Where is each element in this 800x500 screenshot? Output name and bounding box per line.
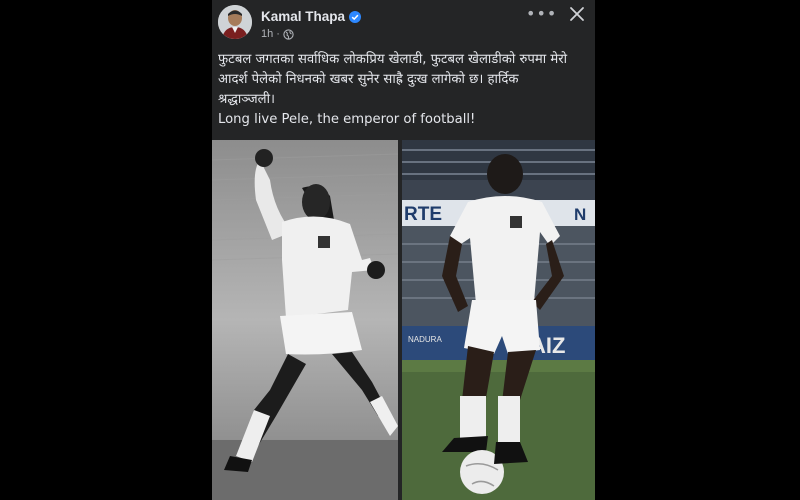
caption-line: आदर्श पेलेको निधनको खबर सुनेर साह्रै दुः… (218, 72, 519, 87)
post-time[interactable]: 1h (261, 28, 273, 40)
post-header: Kamal Thapa 1h · ••• (212, 0, 595, 45)
photo-pele-jumping[interactable] (212, 140, 398, 500)
meta-separator: · (276, 28, 280, 40)
photo-pele-standing[interactable]: RTE N NADURA AIZ (402, 140, 595, 500)
post-card: Kamal Thapa 1h · ••• फुटबल जगतका सर्वाधि… (212, 0, 595, 500)
verified-badge-icon (349, 10, 362, 23)
more-options-icon[interactable]: ••• (526, 4, 556, 24)
globe-icon[interactable] (283, 28, 294, 40)
post-caption: फुटबल जगतका सर्वाधिक लोकप्रिय खेलाडी, फु… (218, 50, 590, 130)
author-name[interactable]: Kamal Thapa (261, 9, 345, 24)
author-name-row[interactable]: Kamal Thapa (261, 9, 362, 24)
sign-small-text: NADURA (408, 335, 442, 344)
banner-text-left: RTE (404, 204, 442, 225)
avatar-image (218, 5, 252, 39)
photo-collage[interactable]: RTE N NADURA AIZ (212, 140, 595, 500)
banner-text-right: N (574, 205, 586, 224)
photo-right-illustration: RTE N NADURA AIZ (402, 140, 595, 500)
caption-line-english: Long live Pele, the emperor of football! (218, 112, 476, 127)
post-meta: 1h · (261, 28, 294, 40)
caption-line: श्रद्धाञ्जली। (218, 92, 276, 107)
photo-left-illustration (212, 140, 398, 500)
caption-line: फुटबल जगतका सर्वाधिक लोकप्रिय खेलाडी, फु… (218, 52, 568, 67)
author-avatar[interactable] (218, 5, 252, 39)
close-icon[interactable] (566, 4, 588, 26)
